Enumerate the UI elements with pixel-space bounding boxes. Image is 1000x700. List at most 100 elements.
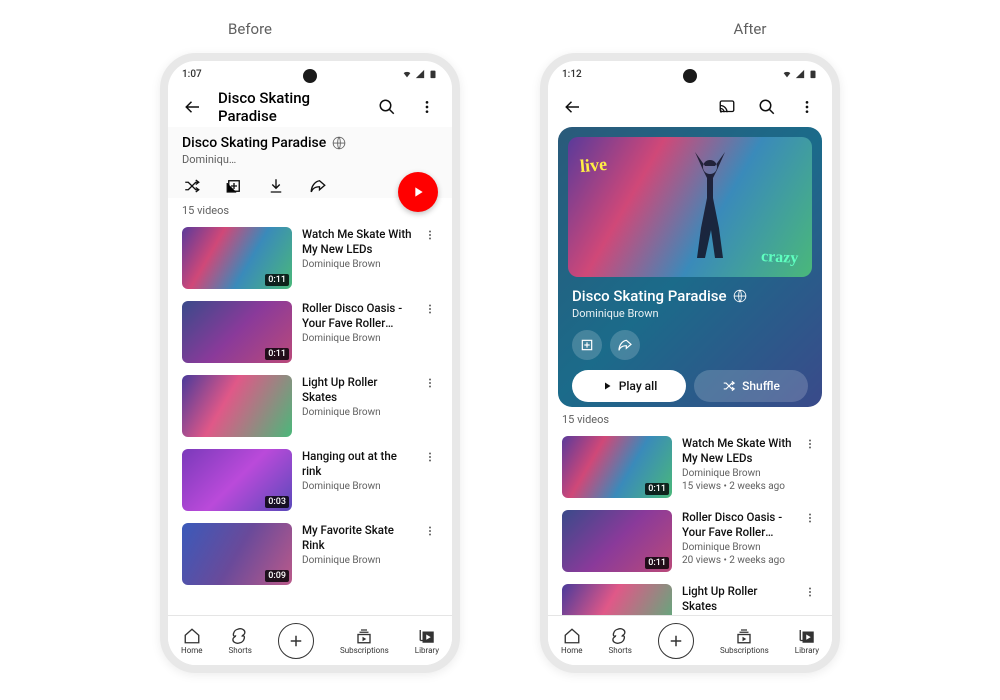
video-thumbnail[interactable]: 0:11 xyxy=(182,227,292,289)
shuffle-button[interactable]: Shuffle xyxy=(694,370,808,402)
video-row[interactable]: Light Up Roller Skates Dominique Brown xyxy=(168,369,452,443)
playlist-author: Dominiqu… xyxy=(182,153,438,166)
home-icon xyxy=(183,627,201,645)
nav-create[interactable] xyxy=(278,623,314,659)
video-title: Roller Disco Oasis - Your Fave Roller Di… xyxy=(302,301,412,331)
battery-icon xyxy=(808,69,818,79)
video-more-button[interactable] xyxy=(422,301,438,363)
video-more-button[interactable] xyxy=(422,523,438,585)
video-author: Dominique Brown xyxy=(302,555,412,566)
video-row[interactable]: 0:09 My Favorite Skate Rink Dominique Br… xyxy=(168,517,452,591)
nav-create[interactable] xyxy=(658,623,694,659)
wifi-icon xyxy=(402,69,412,79)
video-more-button[interactable] xyxy=(802,510,818,572)
video-more-button[interactable] xyxy=(802,584,818,615)
video-more-button[interactable] xyxy=(422,449,438,511)
nav-library[interactable]: Library xyxy=(795,627,819,655)
app-bar: Disco Skating Paradise xyxy=(168,87,452,127)
more-vert-icon xyxy=(419,99,435,115)
video-thumbnail[interactable]: 0:11 xyxy=(562,436,672,498)
phone-before: 1:07 Disco Skating Paradise Disco Skatin… xyxy=(160,53,460,673)
more-vert-icon xyxy=(424,525,436,537)
video-title: Hanging out at the rink xyxy=(302,449,412,479)
video-row[interactable]: 0:11 Roller Disco Oasis - Your Fave Roll… xyxy=(548,504,832,578)
video-thumbnail[interactable]: 0:11 xyxy=(182,301,292,363)
plus-icon xyxy=(667,632,685,650)
video-thumbnail[interactable]: 0:03 xyxy=(182,449,292,511)
video-thumbnail[interactable]: 0:09 xyxy=(182,523,292,585)
video-stats: 15 views • 2 weeks ago xyxy=(682,481,792,492)
video-thumbnail[interactable]: 0:11 xyxy=(562,510,672,572)
search-button[interactable] xyxy=(752,92,782,122)
video-row[interactable]: 0:11 Watch Me Skate With My New LEDs Dom… xyxy=(548,430,832,504)
status-bar: 1:12 xyxy=(548,61,832,87)
play-fab[interactable] xyxy=(398,172,438,212)
label-after: After xyxy=(600,20,900,38)
nav-shorts-label: Shorts xyxy=(609,646,632,655)
shuffle-icon xyxy=(183,177,201,195)
nav-home[interactable]: Home xyxy=(181,627,203,655)
shuffle-button[interactable] xyxy=(182,176,202,196)
action-row xyxy=(168,170,452,198)
more-vert-icon xyxy=(424,229,436,241)
playlist-info: Disco Skating Paradise Dominiqu… xyxy=(168,127,452,170)
hero-title: Disco Skating Paradise xyxy=(572,287,727,305)
overflow-button[interactable] xyxy=(412,92,442,122)
duration-badge: 0:03 xyxy=(265,496,289,508)
share-button[interactable] xyxy=(308,176,328,196)
video-more-button[interactable] xyxy=(422,227,438,289)
cast-button[interactable] xyxy=(712,92,742,122)
nav-home[interactable]: Home xyxy=(561,627,583,655)
save-button[interactable] xyxy=(224,176,244,196)
duration-badge: 0:11 xyxy=(645,483,669,495)
video-author: Dominique Brown xyxy=(302,259,412,270)
overflow-button[interactable] xyxy=(792,92,822,122)
video-row[interactable]: 0:11 Watch Me Skate With My New LEDs Dom… xyxy=(168,221,452,295)
more-vert-icon xyxy=(424,451,436,463)
share-button[interactable] xyxy=(610,330,640,360)
video-author: Dominique Brown xyxy=(302,333,412,344)
dancer-silhouette xyxy=(685,152,735,262)
nav-shorts[interactable]: Shorts xyxy=(229,627,252,655)
nav-library-label: Library xyxy=(795,646,819,655)
shorts-icon xyxy=(231,627,249,645)
nav-library-label: Library xyxy=(415,646,439,655)
search-button[interactable] xyxy=(372,92,402,122)
video-title: Watch Me Skate With My New LEDs xyxy=(682,436,792,466)
video-title: Light Up Roller Skates xyxy=(682,584,792,614)
play-all-button[interactable]: Play all xyxy=(572,370,686,402)
shuffle-icon xyxy=(722,379,736,393)
video-row[interactable]: 0:03 Hanging out at the rink Dominique B… xyxy=(168,443,452,517)
more-vert-icon xyxy=(804,512,816,524)
video-row[interactable]: Light Up Roller Skates Dominique Brown xyxy=(548,578,832,615)
play-all-label: Play all xyxy=(619,379,658,393)
nav-subscriptions[interactable]: Subscriptions xyxy=(720,627,769,655)
video-more-button[interactable] xyxy=(802,436,818,498)
video-row[interactable]: 0:11 Roller Disco Oasis - Your Fave Roll… xyxy=(168,295,452,369)
hero-thumbnail[interactable]: live crazy xyxy=(568,137,812,277)
download-button[interactable] xyxy=(266,176,286,196)
save-button[interactable] xyxy=(572,330,602,360)
nav-subscriptions[interactable]: Subscriptions xyxy=(340,627,389,655)
cast-icon xyxy=(718,98,736,116)
video-author: Dominique Brown xyxy=(682,468,792,479)
video-thumbnail[interactable] xyxy=(562,584,672,615)
library-icon xyxy=(418,627,436,645)
back-button[interactable] xyxy=(558,92,588,122)
nav-library[interactable]: Library xyxy=(415,627,439,655)
video-thumbnail[interactable] xyxy=(182,375,292,437)
nav-shorts[interactable]: Shorts xyxy=(609,627,632,655)
video-more-button[interactable] xyxy=(422,375,438,437)
home-icon xyxy=(563,627,581,645)
back-button[interactable] xyxy=(178,92,208,122)
phone-after: 1:12 live crazy Disco Skating Paradise D… xyxy=(540,53,840,673)
nav-shorts-label: Shorts xyxy=(229,646,252,655)
appbar-title: Disco Skating Paradise xyxy=(218,89,362,125)
video-author: Dominique Brown xyxy=(682,542,792,553)
video-list[interactable]: 0:11 Watch Me Skate With My New LEDs Dom… xyxy=(548,430,832,615)
video-list[interactable]: 0:11 Watch Me Skate With My New LEDs Dom… xyxy=(168,221,452,615)
video-author: Dominique Brown xyxy=(302,481,412,492)
more-vert-icon xyxy=(804,438,816,450)
nav-home-label: Home xyxy=(561,646,583,655)
plus-icon xyxy=(287,632,305,650)
